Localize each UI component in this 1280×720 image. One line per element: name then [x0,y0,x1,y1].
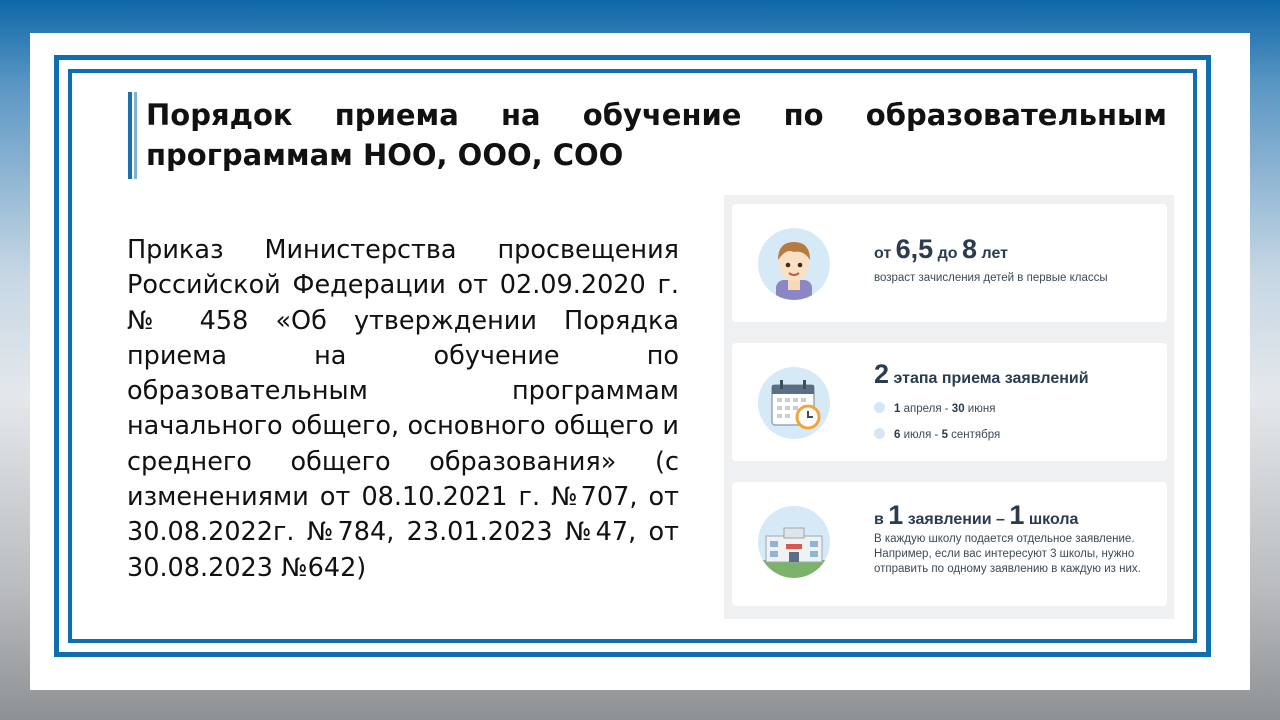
stages-heading: 2 этапа приема заявлений [874,359,1089,389]
child-icon [758,228,830,300]
school-caption: В каждую школу подается отдельное заявле… [874,533,1141,575]
order-description: Приказ Министерства просвещения Российск… [127,235,679,583]
calendar-icon [758,367,830,439]
age-card: от 6,5 до 8 лет возраст зачисления детей… [732,204,1167,322]
title-accent-bars [128,92,140,179]
age-heading: от 6,5 до 8 лет [874,234,1008,264]
stage-2-bullet [874,428,885,439]
stage-1-bullet [874,402,885,413]
school-icon [758,506,830,578]
page-title: Порядок приема на обучение по образовате… [146,98,1167,172]
age-caption: возраст зачисления детей в первые классы [874,272,1108,284]
stage-2: 6 июля - 5 сентября [874,428,1000,441]
slide: Порядок приема на обучение по образовате… [30,33,1250,690]
stage-1: 1 апреля - 30 июня [874,402,995,415]
school-heading: в 1 заявлении – 1 школа [874,500,1079,530]
school-card: в 1 заявлении – 1 школа В каждую школу п… [732,482,1167,606]
info-panel: от 6,5 до 8 лет возраст зачисления детей… [724,195,1174,619]
stages-card: 2 этапа приема заявлений 1 апреля - 30 и… [732,343,1167,461]
